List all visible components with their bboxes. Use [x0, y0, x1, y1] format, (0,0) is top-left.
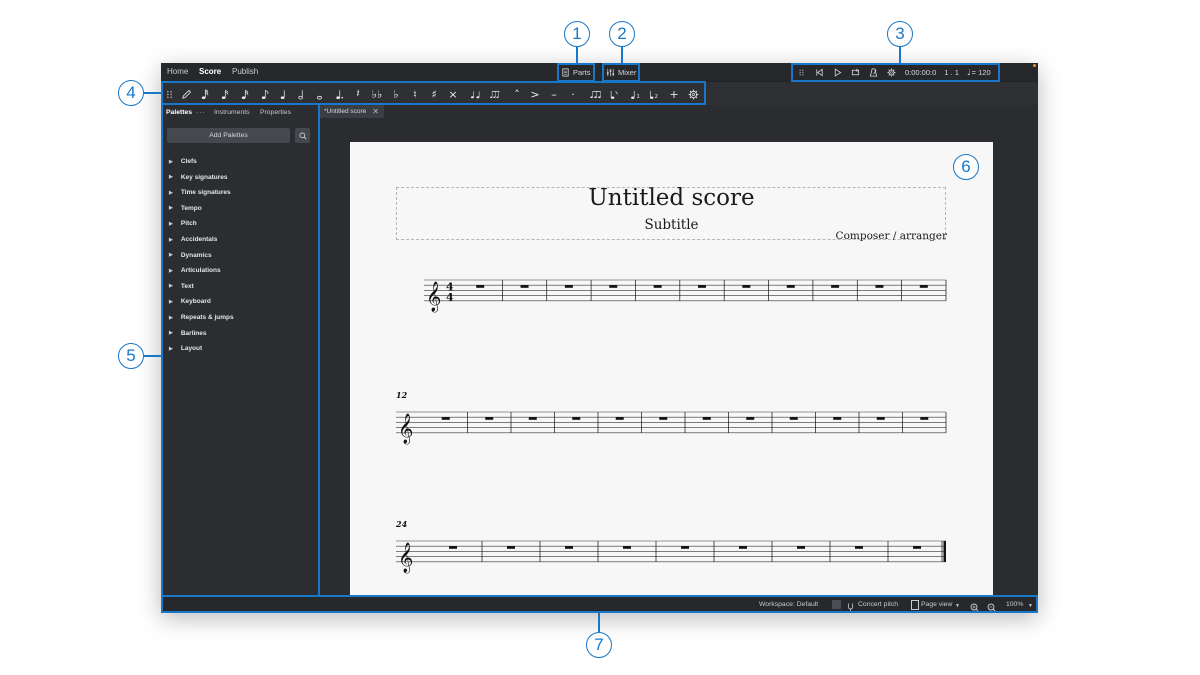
tab-score[interactable]: Score	[199, 67, 221, 76]
score-tab[interactable]: *Untitled score ✕	[320, 105, 384, 118]
whole-rest[interactable]	[786, 285, 795, 288]
whole-rest[interactable]	[746, 417, 755, 420]
whole-rest[interactable]	[833, 417, 842, 420]
whole-rest[interactable]	[831, 285, 840, 288]
callout-3: 3	[887, 21, 913, 47]
whole-rest[interactable]	[875, 285, 884, 288]
whole-rest[interactable]	[441, 417, 450, 420]
treble-clef-icon: 𝄞	[426, 281, 441, 313]
staff-system[interactable]: 𝄞 12	[396, 390, 947, 445]
callout-line-3	[899, 46, 901, 64]
callout-box-playback	[791, 63, 1000, 82]
callout-5: 5	[118, 343, 144, 369]
score-staves[interactable]: 𝄞 44𝄞12𝄞24	[350, 142, 993, 596]
whole-rest[interactable]	[681, 546, 689, 549]
final-barline	[943, 541, 946, 562]
whole-rest[interactable]	[913, 546, 921, 549]
whole-rest[interactable]	[572, 417, 581, 420]
whole-rest[interactable]	[449, 546, 457, 549]
whole-rest[interactable]	[520, 285, 529, 288]
score-page[interactable]: Untitled score Subtitle Composer / arran…	[350, 142, 993, 596]
whole-rest[interactable]	[609, 285, 618, 288]
whole-rest[interactable]	[797, 546, 805, 549]
time-signature-bottom: 4	[446, 291, 454, 304]
measure-number: 12	[396, 390, 408, 400]
callout-line-7	[598, 612, 600, 632]
whole-rest[interactable]	[476, 285, 485, 288]
staff-system[interactable]: 𝄞 24	[395, 519, 946, 574]
whole-rest[interactable]	[702, 417, 711, 420]
callout-6: 6	[953, 154, 979, 180]
treble-clef-icon: 𝄞	[398, 413, 413, 445]
whole-rest[interactable]	[920, 417, 929, 420]
notification-dot	[1033, 64, 1036, 67]
callout-2: 2	[609, 21, 635, 47]
close-icon[interactable]: ✕	[372, 107, 379, 116]
score-tab-label: *Untitled score	[324, 108, 367, 115]
whole-rest[interactable]	[919, 285, 928, 288]
whole-rest[interactable]	[507, 546, 515, 549]
whole-rest[interactable]	[742, 285, 751, 288]
treble-clef-icon: 𝄞	[398, 542, 413, 574]
callout-box-parts	[557, 63, 595, 82]
callout-4: 4	[118, 80, 144, 106]
whole-rest[interactable]	[485, 417, 494, 420]
whole-rest[interactable]	[739, 546, 747, 549]
callout-line-2	[621, 46, 623, 64]
callout-1: 1	[564, 21, 590, 47]
callout-7: 7	[586, 632, 612, 658]
score-view: *Untitled score ✕ Untitled score Subtitl…	[320, 105, 1038, 596]
whole-rest[interactable]	[564, 285, 573, 288]
callout-box-mixer	[602, 63, 640, 82]
callout-box-note-input	[161, 81, 706, 105]
callout-line-5	[144, 355, 162, 357]
callout-line-1	[576, 46, 578, 64]
whole-rest[interactable]	[565, 546, 573, 549]
tab-home[interactable]: Home	[167, 67, 188, 76]
callout-box-palettes	[161, 103, 320, 597]
measure-number: 24	[395, 519, 408, 529]
tab-publish[interactable]: Publish	[232, 67, 258, 76]
whole-rest[interactable]	[528, 417, 537, 420]
whole-rest[interactable]	[789, 417, 798, 420]
whole-rest[interactable]	[615, 417, 624, 420]
staff-system[interactable]: 𝄞 44	[424, 279, 947, 313]
whole-rest[interactable]	[623, 546, 631, 549]
callout-line-4	[144, 92, 162, 94]
whole-rest[interactable]	[855, 546, 863, 549]
whole-rest[interactable]	[876, 417, 885, 420]
callout-box-status-bar	[161, 595, 1038, 613]
whole-rest[interactable]	[659, 417, 668, 420]
whole-rest[interactable]	[653, 285, 662, 288]
whole-rest[interactable]	[698, 285, 706, 288]
